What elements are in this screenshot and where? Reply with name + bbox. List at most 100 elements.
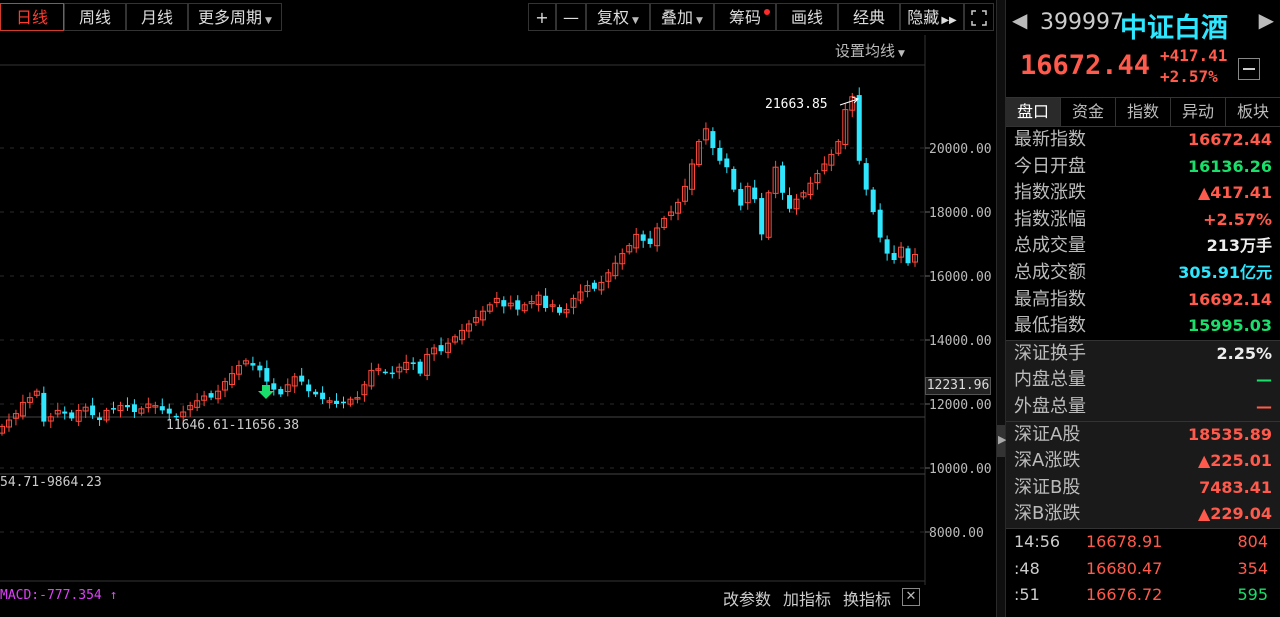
- quote-row-label: 外盘总量: [1014, 395, 1086, 417]
- chart-area: 日线 周线 月线 更多周期 ▼ + — 复权 ▼ 叠加 ▼ 筹码 画线 经典 隐藏 ▶▶…: [0, 0, 995, 617]
- quote-row-value: 16136.26: [1187, 156, 1272, 176]
- candle-body: [780, 165, 786, 193]
- quote-row-value: ▲417.41: [1197, 183, 1272, 203]
- candle-body: [41, 392, 47, 422]
- y-tick-label: 20000.00: [929, 142, 992, 157]
- candle-body: [389, 372, 395, 375]
- candle-body: [62, 411, 68, 414]
- chip-distribution-button[interactable]: 筹码: [714, 3, 776, 31]
- quote-row-label: 最高指数: [1014, 288, 1086, 310]
- notification-dot-icon: [764, 9, 770, 15]
- candle-body: [320, 392, 326, 400]
- trade-row: :48 16680.47 354: [1006, 556, 1280, 583]
- next-stock-icon[interactable]: ▶: [1259, 8, 1274, 32]
- candle-body: [69, 412, 75, 419]
- hide-button[interactable]: 隐藏 ▶▶: [900, 3, 964, 31]
- change-params-button[interactable]: 改参数: [723, 586, 771, 610]
- period-daily-tab[interactable]: 日线: [0, 3, 64, 31]
- tab-zhishu[interactable]: 指数: [1116, 98, 1171, 126]
- candle-body: [557, 307, 563, 313]
- candle-body: [717, 148, 723, 161]
- y-tick-label: 10000.00: [929, 462, 992, 477]
- overlay-dropdown[interactable]: 叠加 ▼: [650, 3, 714, 31]
- trade-volume: 804: [1237, 532, 1268, 551]
- fullscreen-button[interactable]: [964, 3, 994, 31]
- tab-yidong[interactable]: 异动: [1171, 98, 1226, 126]
- candle-body: [250, 363, 256, 366]
- draw-line-button[interactable]: 画线: [776, 3, 838, 31]
- candle-body: [334, 400, 340, 404]
- change-percent: +2.57%: [1160, 67, 1218, 86]
- trade-volume: 354: [1237, 558, 1268, 578]
- candle-body: [787, 195, 793, 209]
- quote-row-value: 16672.44: [1187, 130, 1272, 149]
- candle-body: [724, 158, 730, 168]
- candle-body: [647, 238, 653, 244]
- candle-body: [438, 345, 444, 352]
- current-price-tag: 12231.96: [925, 377, 991, 395]
- candle-body: [884, 239, 890, 254]
- macd-value: MACD:-777.354: [0, 588, 102, 603]
- zoom-out-button[interactable]: —: [556, 3, 586, 31]
- range-label-2: 54.71-9864.23: [0, 475, 102, 490]
- y-tick-label: 14000.00: [929, 334, 992, 349]
- close-icon[interactable]: ✕: [902, 588, 920, 606]
- tick-trades: 14:56 16678.91 804:48 16680.47 354:51 16676.7…: [1006, 528, 1280, 609]
- collapse-button[interactable]: [1238, 58, 1260, 80]
- candle-body: [891, 253, 897, 260]
- candle-body: [90, 405, 96, 416]
- quote-row: 最高指数 16692.14: [1006, 287, 1280, 314]
- period-weekly-tab[interactable]: 周线: [64, 3, 126, 31]
- fuquan-dropdown[interactable]: 复权 ▼: [586, 3, 650, 31]
- quote-row: 深证B股 7483.41: [1006, 474, 1280, 502]
- candle-body: [278, 389, 284, 395]
- quote-row-value: +2.57%: [1203, 209, 1272, 229]
- quote-row-label: 深证A股: [1014, 423, 1081, 445]
- candle-body: [501, 300, 507, 307]
- fuquan-label: 复权: [597, 8, 630, 27]
- more-periods-label: 更多周期: [198, 8, 263, 27]
- quote-row-label: 内盘总量: [1014, 369, 1086, 391]
- quote-row-value: 16692.14: [1187, 289, 1272, 309]
- arrow-icon: [839, 96, 859, 106]
- quote-row: 深A涨跌 ▲225.01: [1006, 448, 1280, 475]
- candle-body: [299, 375, 305, 382]
- double-arrow-right-icon: ▶▶: [941, 15, 957, 26]
- quote-row: 指数涨跌 ▲417.41: [1006, 180, 1280, 207]
- candle-body: [208, 393, 214, 398]
- classic-button[interactable]: 经典: [838, 3, 900, 31]
- candle-body: [710, 131, 716, 148]
- overlay-label: 叠加: [661, 8, 694, 27]
- quote-row-value: ▲225.01: [1197, 451, 1272, 471]
- y-tick-label: 12000.00: [929, 398, 992, 413]
- collapse-handle[interactable]: ▶: [997, 425, 1006, 457]
- tab-bankuai[interactable]: 板块: [1226, 98, 1280, 126]
- tab-pankou[interactable]: 盘口: [1006, 98, 1061, 126]
- y-tick-label: 16000.00: [929, 270, 992, 285]
- tab-zijin[interactable]: 资金: [1061, 98, 1116, 126]
- switch-indicator-button[interactable]: 换指标: [843, 586, 891, 610]
- period-monthly-tab[interactable]: 月线: [126, 3, 188, 31]
- prev-stock-icon[interactable]: ◀: [1012, 8, 1027, 32]
- candle-body: [515, 300, 521, 310]
- range-label-1: 11646.61-11656.38: [166, 418, 299, 433]
- trade-row: :51 16676.72 595: [1006, 582, 1280, 609]
- add-indicator-button[interactable]: 加指标: [783, 586, 831, 610]
- chevron-down-icon: ▼: [265, 16, 272, 26]
- quote-row-value: 305.91亿元: [1178, 262, 1272, 282]
- candle-body: [159, 406, 165, 411]
- quote-row-value: —: [1256, 370, 1272, 390]
- candle-body: [410, 362, 416, 364]
- stock-code: 399997: [1040, 10, 1124, 35]
- more-periods-dropdown[interactable]: 更多周期 ▼: [188, 3, 282, 31]
- kline-chart[interactable]: 20000.00 18000.00 16000.00 14000.00 12000.00…: [0, 35, 995, 585]
- candle-body: [341, 401, 347, 404]
- candle-body: [591, 282, 597, 289]
- candle-body: [257, 365, 263, 371]
- zoom-in-button[interactable]: +: [528, 3, 556, 31]
- quote-row-value: 213万手: [1206, 236, 1272, 256]
- trade-row: 14:56 16678.91 804: [1006, 529, 1280, 556]
- last-price: 16672.44: [1020, 50, 1151, 81]
- quote-row: 深证换手 2.25%: [1006, 340, 1280, 368]
- panel-splitter[interactable]: [996, 0, 1006, 617]
